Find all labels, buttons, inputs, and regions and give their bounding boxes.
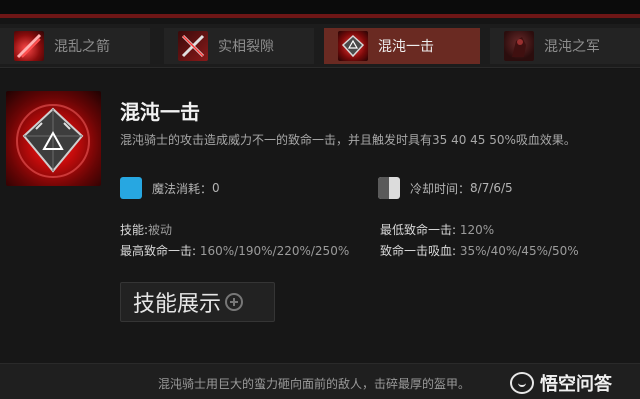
cooldown-label: 冷却时间：: [410, 181, 471, 196]
mana-icon: [120, 177, 142, 199]
skill-description: 混沌骑士的攻击造成威力不一的致命一击，并且触发时具有35 40 45 50%吸血…: [120, 133, 576, 147]
cooldown-icon: [378, 177, 400, 199]
tab-chaos-bolt[interactable]: 混乱之箭: [0, 28, 150, 64]
watermark-text: 悟空问答: [540, 374, 612, 395]
chaos-strike-large-icon: [6, 91, 101, 186]
lore-footer: 混沌骑士用巨大的蛮力砸向面前的敌人，击碎最厚的盔甲。 悟空问答: [0, 363, 640, 399]
chaos-bolt-icon: [14, 31, 44, 61]
ability-label: 技能:: [120, 223, 149, 237]
tab-label: 混沌一击: [378, 39, 434, 55]
tab-label: 混乱之箭: [54, 39, 110, 55]
top-accent-line: [0, 14, 640, 18]
chat-bubble-icon: [510, 372, 534, 394]
top-bar: [0, 0, 640, 18]
mana-value: 0: [212, 181, 220, 195]
min-crit-value: 120%: [459, 223, 495, 237]
skill-detail-panel: 混沌一击 混沌骑士的攻击造成威力不一的致命一击，并且触发时具有35 40 45 …: [0, 69, 640, 363]
plus-icon: [225, 293, 244, 311]
min-crit: 最低致命一击: 120%: [380, 221, 494, 238]
tab-label: 混沌之军: [544, 39, 600, 55]
lifesteal-value: 35%/40%/45%/50%: [459, 244, 579, 258]
ability-tabs: 混乱之箭 实相裂隙 混沌一击 混沌之军: [0, 24, 640, 68]
chaos-strike-icon: [338, 31, 368, 61]
ability-value: 被动: [148, 223, 173, 237]
tab-chaos-strike[interactable]: 混沌一击: [324, 28, 480, 64]
min-crit-label: 最低致命一击:: [380, 223, 457, 237]
tab-reality-rift[interactable]: 实相裂隙: [164, 28, 314, 64]
skill-showcase-button[interactable]: 技能展示: [120, 282, 275, 322]
cooldown: 冷却时间： 8/7/6/5: [378, 177, 513, 199]
skill-title: 混沌一击: [120, 100, 200, 124]
mana-label: 魔法消耗：: [152, 181, 213, 196]
tab-label: 实相裂隙: [218, 39, 274, 55]
max-crit: 最高致命一击: 160%/190%/220%/250%: [120, 242, 349, 259]
lifesteal: 致命一击吸血: 35%/40%/45%/50%: [380, 242, 579, 259]
max-crit-value: 160%/190%/220%/250%: [199, 244, 350, 258]
max-crit-label: 最高致命一击:: [120, 244, 197, 258]
ability-type: 技能:被动: [120, 221, 172, 238]
tab-phantasm[interactable]: 混沌之军: [490, 28, 640, 64]
mana-cost: 魔法消耗： 0: [120, 177, 220, 199]
showcase-label: 技能展示: [133, 292, 222, 317]
lifesteal-label: 致命一击吸血:: [380, 244, 457, 258]
reality-rift-icon: [178, 31, 208, 61]
phantasm-icon: [504, 31, 534, 61]
cooldown-value: 8/7/6/5: [470, 181, 513, 195]
watermark: 悟空问答: [510, 370, 612, 396]
lore-text: 混沌骑士用巨大的蛮力砸向面前的敌人，击碎最厚的盔甲。: [158, 377, 471, 391]
